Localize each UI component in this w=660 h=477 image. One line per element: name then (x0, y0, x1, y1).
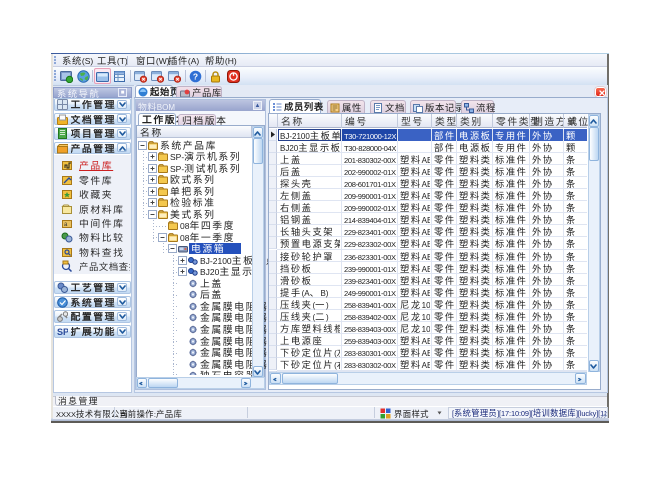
svg-text:?: ? (193, 72, 198, 82)
svg-text:SP: SP (57, 327, 68, 337)
